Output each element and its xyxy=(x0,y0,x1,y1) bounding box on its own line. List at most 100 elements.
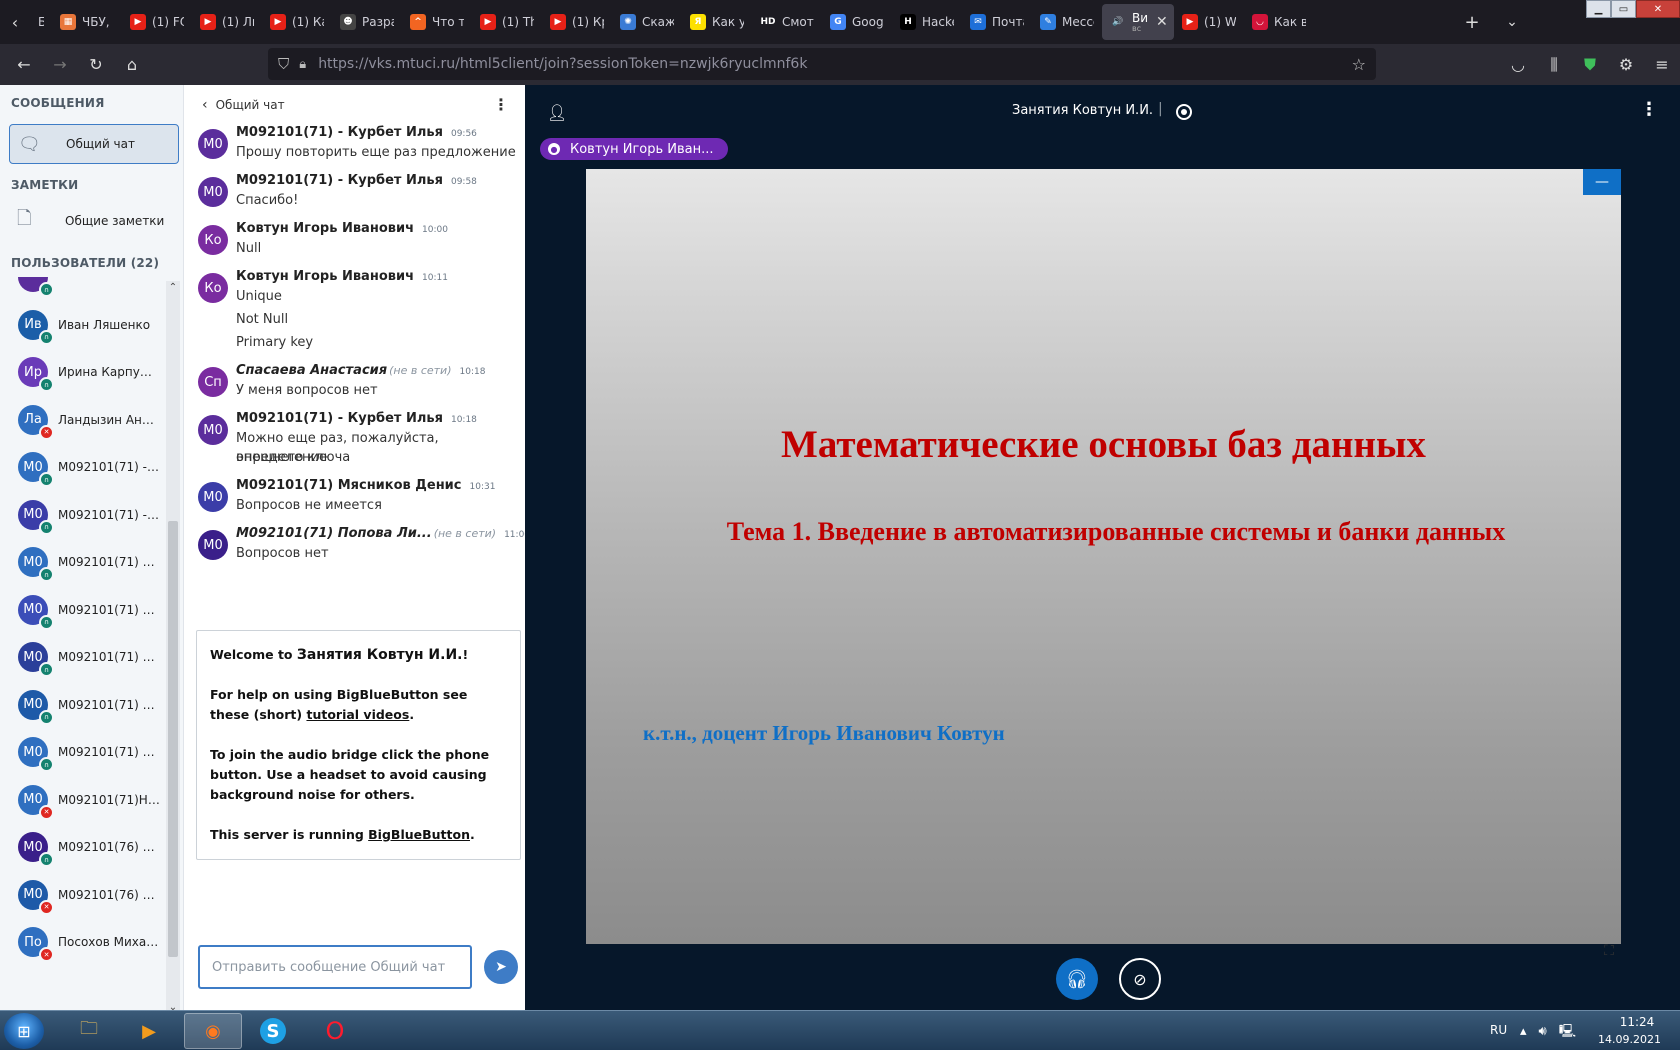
muted-microphone-icon: ✕ xyxy=(39,804,54,820)
browser-tab[interactable]: ✎ Мессе xyxy=(1032,4,1102,40)
adblock-shield-icon[interactable]: ⛊ xyxy=(1572,44,1608,85)
user-icon[interactable]: 👤︎ xyxy=(547,103,567,122)
sidebar-item-label: Общие заметки xyxy=(65,214,165,228)
url-bar[interactable]: ⛉ 🔒︎ https://vks.mtuci.ru/html5client/jo… xyxy=(268,48,1376,80)
notes-document-icon: 🗋︎ xyxy=(17,208,32,229)
tab-favicon-icon: Я xyxy=(690,14,706,30)
input-language[interactable]: RU xyxy=(1490,1023,1507,1037)
user-list-item[interactable]: М0✕ М092101(76) Тихонов xyxy=(0,870,166,920)
tab-title: Ба xyxy=(38,15,44,29)
browser-tab[interactable]: ◡ Как вы xyxy=(1244,4,1314,40)
scrollbar-thumb[interactable] xyxy=(168,521,178,957)
user-list-item[interactable]: М0∩ М092101(71) Спасаева xyxy=(0,727,166,777)
browser-tab[interactable]: ▶ (1) W xyxy=(1174,4,1244,40)
browser-tab[interactable]: ▶ (1) FO xyxy=(122,4,192,40)
scroll-up-icon[interactable]: ⌃ xyxy=(166,281,180,295)
leave-audio-button[interactable]: 🎧︎ xyxy=(1056,958,1098,1000)
share-webcam-button[interactable]: ⊘ xyxy=(1119,958,1161,1000)
browser-tab[interactable]: ▶ (1) Ли xyxy=(192,4,262,40)
browser-tab[interactable]: Ба xyxy=(30,4,52,40)
library-icon[interactable]: ⫼ xyxy=(1536,44,1572,85)
browser-tab[interactable]: ▶ (1) Кр xyxy=(542,4,612,40)
taskbar-opera[interactable]: O xyxy=(306,1013,364,1049)
tracking-shield-icon[interactable]: ⛉ xyxy=(278,55,289,73)
opera-icon: O xyxy=(325,1017,345,1045)
taskbar-explorer[interactable]: 🗀 xyxy=(60,1013,118,1049)
user-list-item[interactable]: М0∩ М092101(71) Попова xyxy=(0,632,166,682)
tab-title-wrap: Ви вс xyxy=(1132,11,1148,33)
chat-message-input[interactable]: Отправить сообщение Общий чат xyxy=(198,945,472,989)
minimize-presentation-button[interactable]: — xyxy=(1583,169,1621,195)
record-icon[interactable] xyxy=(1176,104,1192,120)
taskbar-media-player[interactable]: ▶ xyxy=(120,1013,178,1049)
clock-date[interactable]: 14.09.2021 xyxy=(1598,1033,1661,1046)
user-list-item[interactable]: По ✕ Посохов Михаил xyxy=(0,917,166,967)
user-list-scrollbar[interactable]: ⌃ ⌄ xyxy=(166,281,180,1015)
browser-tab[interactable]: Я Как уд xyxy=(682,4,752,40)
browser-tab[interactable]: ✉ Почта xyxy=(962,4,1032,40)
browser-nav-bar: ← → ↻ ⌂ ⛉ 🔒︎ https://vks.mtuci.ru/html5c… xyxy=(0,44,1680,85)
user-list-item[interactable]: М0∩ М092101(71) - Иванов xyxy=(0,442,166,492)
media-player-icon: ▶ xyxy=(142,1020,156,1042)
user-list-item[interactable]: ∩ xyxy=(0,277,166,302)
url-text[interactable]: https://vks.mtuci.ru/html5client/join?se… xyxy=(318,56,807,72)
tray-chevron-icon[interactable]: ▴ xyxy=(1520,1024,1539,1039)
welcome-server: This server is running BigBlueButton. xyxy=(210,825,507,845)
taskbar-firefox[interactable]: ◉ xyxy=(184,1013,242,1049)
home-icon[interactable]: ⌂ xyxy=(114,44,150,85)
close-tab-icon[interactable]: ✕ xyxy=(1156,14,1168,30)
browser-tab[interactable]: HD Смот xyxy=(752,4,822,40)
extension-icon[interactable]: ⚙ xyxy=(1608,44,1644,85)
close-window-icon[interactable]: ✕ xyxy=(1636,0,1680,18)
network-icon[interactable]: 🖳 xyxy=(1559,1024,1588,1039)
chat-options-icon[interactable]: ⋮ xyxy=(493,95,509,114)
tutorial-videos-link[interactable]: tutorial videos xyxy=(306,707,409,722)
browser-tab[interactable]: 🔊 Ви вс ✕ xyxy=(1102,4,1174,40)
browser-tab[interactable]: G Googl xyxy=(822,4,892,40)
bookmark-star-icon[interactable]: ☆ xyxy=(1352,55,1366,74)
tab-favicon-icon: HD xyxy=(760,14,776,30)
volume-icon[interactable]: 🔊︎ xyxy=(1539,1024,1559,1039)
browser-tab[interactable]: ✺ Скаж xyxy=(612,4,682,40)
bigbluebutton-link[interactable]: BigBlueButton xyxy=(368,827,470,842)
fullscreen-icon[interactable]: ⛶ xyxy=(1599,941,1619,961)
user-list-item[interactable]: Ив ∩ Иван Ляшенко xyxy=(0,300,166,350)
browser-tab[interactable]: ☻ Разра xyxy=(332,4,402,40)
sidebar-item-public-chat[interactable]: 🗨︎ Общий чат xyxy=(9,124,179,164)
user-list-item[interactable]: М0∩ М092101(71) - Курбет xyxy=(0,490,166,540)
back-arrow-icon[interactable]: ← xyxy=(6,44,42,85)
forward-arrow-icon[interactable]: → xyxy=(42,44,78,85)
browser-tab[interactable]: ▶ (1) Ка xyxy=(262,4,332,40)
sidebar-item-shared-notes[interactable]: 🗋︎ Общие заметки xyxy=(9,201,179,241)
browser-tab[interactable]: ^ Что та xyxy=(402,4,472,40)
chat-title[interactable]: Общий чат xyxy=(216,98,285,112)
app-menu-icon[interactable]: ≡ xyxy=(1644,44,1680,85)
user-list-item[interactable]: Ир∩ Ирина Карпушина xyxy=(0,347,166,397)
reload-icon[interactable]: ↻ xyxy=(78,44,114,85)
start-button[interactable]: ⊞ xyxy=(4,1013,44,1049)
tab-title: (1) W xyxy=(1204,15,1236,29)
send-message-button[interactable]: ➤ xyxy=(484,950,518,984)
tab-scroll-left-icon[interactable]: ‹ xyxy=(0,0,30,44)
lock-icon[interactable]: 🔒︎ xyxy=(299,57,306,72)
browser-tab[interactable]: ▶ (1) Th xyxy=(472,4,542,40)
pocket-icon[interactable]: ◡ xyxy=(1500,44,1536,85)
browser-tab[interactable]: ▦ ЧБУ, Г xyxy=(52,4,122,40)
list-tabs-chevron-icon[interactable]: ⌄ xyxy=(1492,0,1532,44)
user-list-item[interactable]: М0∩ М092101(71) Мясников xyxy=(0,585,166,635)
user-list-item[interactable]: Ла✕ Ландызин Андрей xyxy=(0,395,166,445)
options-menu-icon[interactable]: ⋮ xyxy=(1640,99,1658,120)
user-list-item[interactable]: М0∩ М092101(76) Пугачев xyxy=(0,822,166,872)
message-author: М092101(71) - Курбет Илья xyxy=(236,173,443,188)
browser-tab[interactable]: H Hacke xyxy=(892,4,962,40)
maximize-window-icon[interactable]: ▭ xyxy=(1611,0,1636,18)
talking-indicator[interactable]: ● Ковтун Игорь Иван... xyxy=(540,138,728,160)
chevron-left-icon[interactable]: ‹ xyxy=(202,97,208,113)
user-list-item[interactable]: М0∩ М092101(71) Мосин xyxy=(0,537,166,587)
clock-time[interactable]: 11:24 xyxy=(1612,1015,1662,1029)
new-tab-icon[interactable]: + xyxy=(1452,0,1492,44)
taskbar-skype[interactable]: S xyxy=(244,1013,302,1049)
user-list-item[interactable]: М0✕ М092101(71)Никитин xyxy=(0,775,166,825)
minimize-window-icon[interactable]: ▁ xyxy=(1586,0,1611,18)
user-list-item[interactable]: М0∩ М092101(71) Прохоров xyxy=(0,680,166,730)
